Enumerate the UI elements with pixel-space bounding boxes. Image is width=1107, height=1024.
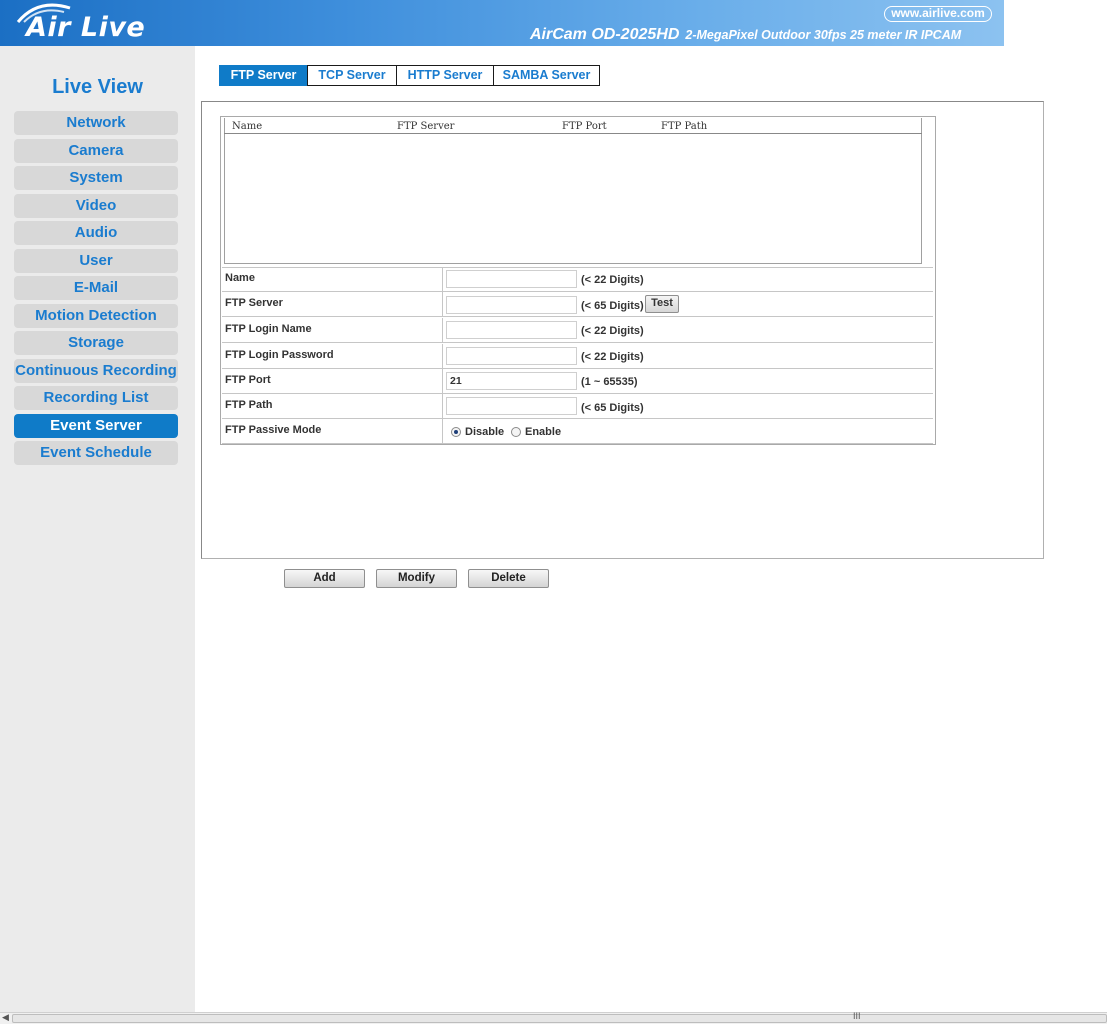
passive-disable-radio[interactable] [451, 427, 461, 437]
ftp-port-input[interactable]: 21 [446, 372, 577, 390]
passive-enable-radio[interactable] [511, 427, 521, 437]
name-label: Name [222, 267, 443, 292]
column-header-ftp-server: FTP Server [397, 121, 455, 132]
test-button[interactable]: Test [645, 295, 679, 313]
tab-samba-server[interactable]: SAMBA Server [493, 65, 600, 86]
column-header-name: Name [232, 121, 263, 132]
sidebar-item-audio[interactable]: Audio [14, 221, 178, 245]
ftp-port-label: FTP Port [222, 369, 443, 394]
page-root: Air Live www.airlive.com AirCam OD-2025H… [0, 0, 1107, 1024]
scrollbar-grip: III [853, 1011, 861, 1021]
sidebar-item-user[interactable]: User [14, 249, 178, 273]
column-header-ftp-port: FTP Port [562, 121, 607, 132]
live-view-link[interactable]: Live View [0, 76, 195, 99]
sidebar-item-event-server[interactable]: Event Server [14, 414, 178, 438]
add-button[interactable]: Add [284, 569, 365, 588]
sidebar-item-video[interactable]: Video [14, 194, 178, 218]
sidebar-item-camera[interactable]: Camera [14, 139, 178, 163]
column-header-ftp-path: FTP Path [661, 121, 708, 132]
sidebar-item-recording-list[interactable]: Recording List [14, 386, 178, 410]
ftp-login-password-hint: (< 22 Digits) [581, 351, 644, 363]
ftp-server-hint: (< 65 Digits) [581, 300, 644, 312]
sidebar-item-system[interactable]: System [14, 166, 178, 190]
logo-text: Air Live [26, 12, 146, 43]
ftp-login-password-input[interactable] [446, 347, 577, 365]
scrollbar-thumb[interactable] [12, 1014, 1107, 1023]
ftp-login-name-label: FTP Login Name [222, 318, 443, 343]
name-hint: (< 22 Digits) [581, 274, 644, 286]
list-header: Name FTP Server FTP Port FTP Path [224, 120, 922, 134]
sidebar-item-storage[interactable]: Storage [14, 331, 178, 355]
model-description: 2-MegaPixel Outdoor 30fps 25 meter IR IP… [685, 28, 962, 42]
ftp-server-input[interactable] [446, 296, 577, 314]
sidebar-item-motion-detection[interactable]: Motion Detection [14, 304, 178, 328]
tab-ftp-server[interactable]: FTP Server [219, 65, 308, 86]
ftp-path-hint: (< 65 Digits) [581, 402, 644, 414]
passive-disable-label: Disable [465, 426, 505, 438]
ftp-login-name-input[interactable] [446, 321, 577, 339]
ftp-server-list[interactable] [224, 118, 922, 264]
sidebar-item-event-schedule[interactable]: Event Schedule [14, 441, 178, 465]
horizontal-scrollbar[interactable]: ◀ III [0, 1011, 1107, 1024]
model-name: AirCam OD-2025HD [530, 26, 680, 43]
ftp-server-label: FTP Server [222, 292, 443, 317]
sidebar-item-network[interactable]: Network [14, 111, 178, 135]
product-line: AirCam OD-2025HD 2-MegaPixel Outdoor 30fp… [530, 26, 961, 44]
ftp-path-label: FTP Path [222, 394, 443, 419]
passive-enable-label: Enable [525, 426, 562, 438]
delete-button[interactable]: Delete [468, 569, 549, 588]
sidebar: Live View [0, 46, 195, 1012]
ftp-port-hint: (1 ~ 65535) [581, 376, 638, 388]
sidebar-item-email[interactable]: E-Mail [14, 276, 178, 300]
tab-tcp-server[interactable]: TCP Server [307, 65, 397, 86]
modify-button[interactable]: Modify [376, 569, 457, 588]
name-input[interactable] [446, 270, 577, 288]
ftp-login-name-hint: (< 22 Digits) [581, 325, 644, 337]
ftp-path-input[interactable] [446, 397, 577, 415]
url-badge[interactable]: www.airlive.com [884, 6, 992, 22]
scroll-left-arrow-icon[interactable]: ◀ [2, 1012, 9, 1023]
ftp-passive-mode-label: FTP Passive Mode [222, 419, 443, 444]
sidebar-item-continuous-recording[interactable]: Continuous Recording [14, 359, 178, 383]
tab-http-server[interactable]: HTTP Server [396, 65, 494, 86]
ftp-login-password-label: FTP Login Password [222, 344, 443, 369]
header-banner: Air Live www.airlive.com AirCam OD-2025H… [0, 0, 1004, 46]
